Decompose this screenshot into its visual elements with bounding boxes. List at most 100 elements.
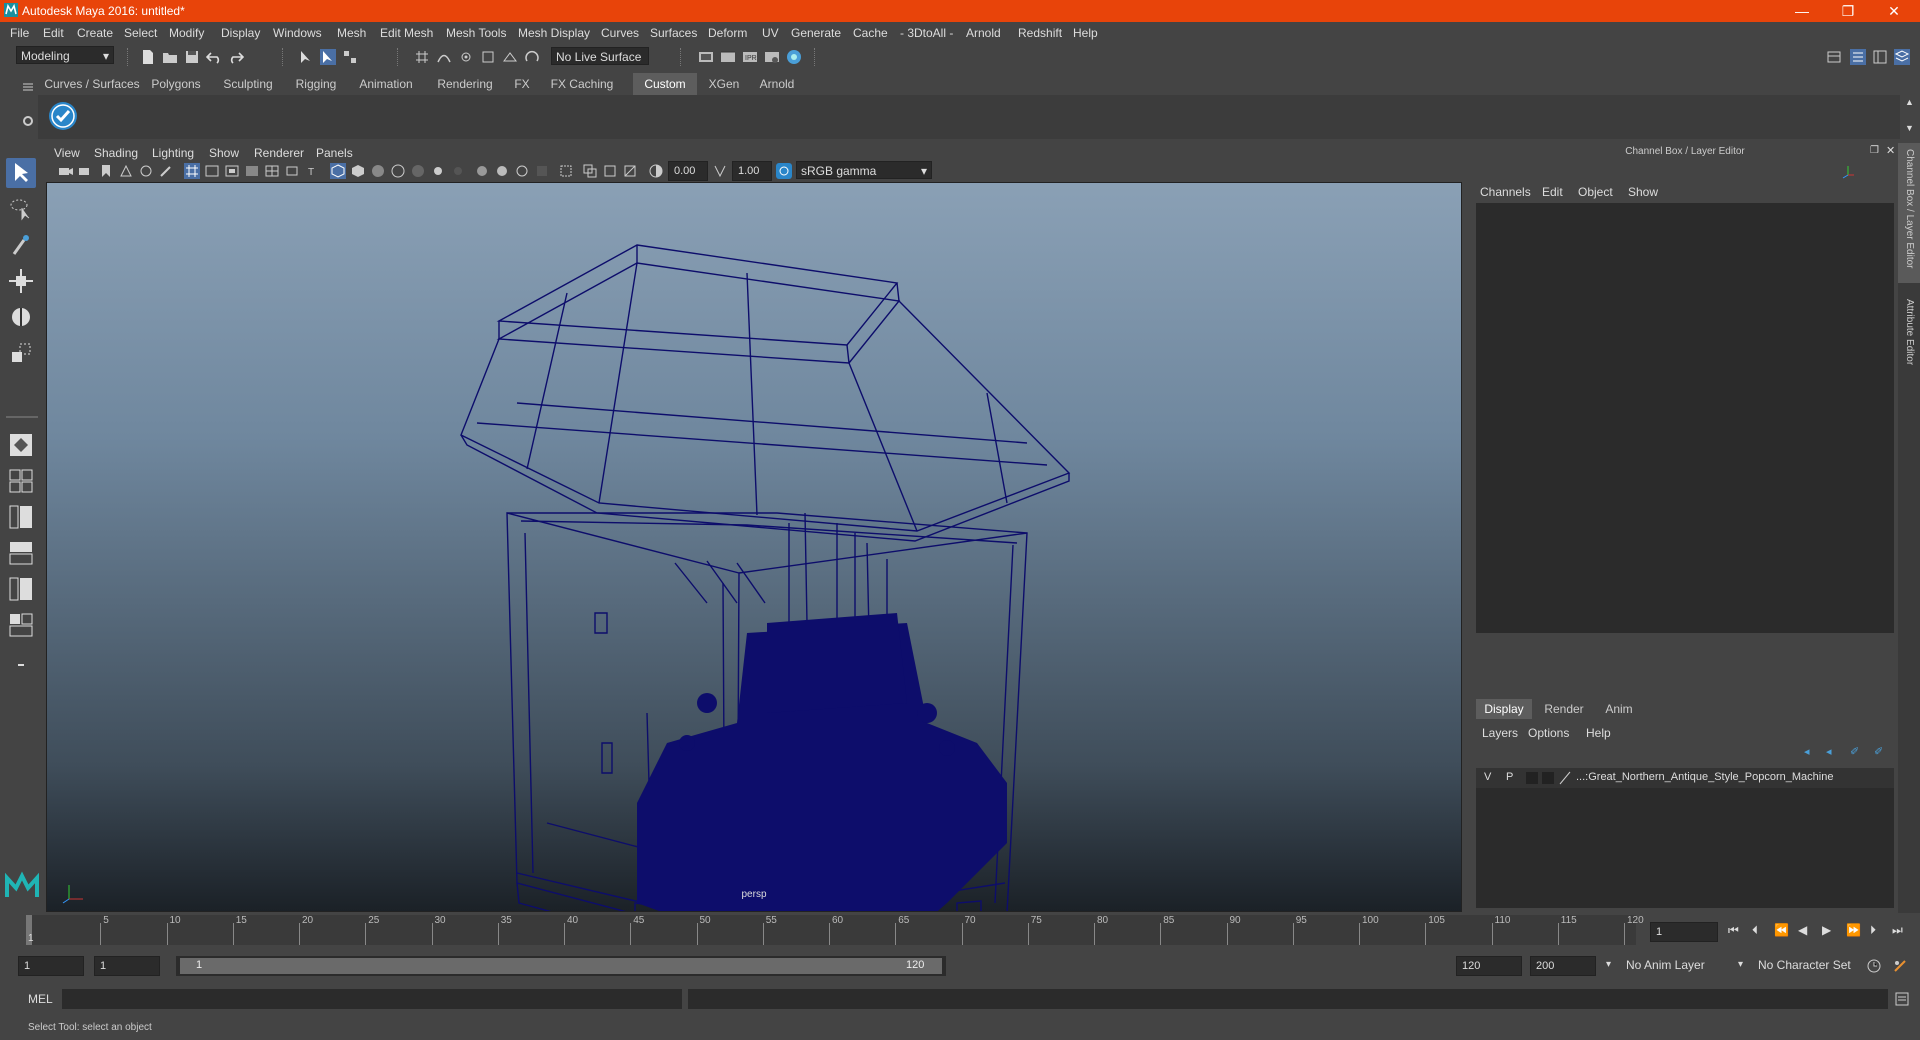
gamma-icon[interactable] [712,163,728,179]
viewport-menu-lighting[interactable]: Lighting [152,146,194,160]
persp-outliner-graph-layout-icon[interactable] [6,574,36,604]
shelf-tab-rigging[interactable]: Rigging [288,73,344,95]
menu-arnold[interactable]: Arnold [966,26,1001,40]
more-layouts-icon[interactable] [6,650,36,680]
popcorn-machine-wireframe[interactable] [47,183,1461,911]
menu-redshift[interactable]: Redshift [1018,26,1062,40]
menu-create[interactable]: Create [77,26,113,40]
command-input[interactable] [62,989,682,1009]
render-frame-icon[interactable] [720,49,736,65]
shelf-tab-arnold[interactable]: Arnold [752,73,802,95]
step-back-frame-icon[interactable]: ⏴ [1752,923,1758,938]
shelf-tab-curves-surfaces[interactable]: Curves / Surfaces [44,73,140,95]
character-set-dropdown[interactable]: No Character Set [1754,956,1866,974]
menu-mesh-tools[interactable]: Mesh Tools [446,26,506,40]
menu-deform[interactable]: Deform [708,26,747,40]
playback-start-field[interactable]: 1 [94,956,160,976]
viewport-menu-view[interactable]: View [54,146,80,160]
hypershade-layout-icon[interactable] [6,610,36,640]
close-button[interactable]: ✕ [1872,0,1916,22]
single-perspective-layout-icon[interactable] [6,430,36,460]
close-panel-icon[interactable]: ✕ [1886,144,1895,157]
wireframe-on-shaded-icon[interactable] [390,163,406,179]
film-gate-icon[interactable] [204,163,220,179]
layer-help-menu[interactable]: Help [1586,726,1611,740]
viewport-menu-panels[interactable]: Panels [316,146,353,160]
lights-icon[interactable] [430,163,446,179]
undo-icon[interactable] [206,49,222,65]
shelf-tab-custom[interactable]: Custom [633,73,697,95]
go-to-start-icon[interactable]: ⏮ [1728,923,1739,938]
wireframe-shading-icon[interactable] [330,163,346,179]
viewport-menu-show[interactable]: Show [209,146,239,160]
xray-joints-icon[interactable] [582,163,598,179]
range-slider-handle[interactable] [180,958,942,974]
channels-menu[interactable]: Channels [1480,185,1531,199]
layer-edit-icon[interactable] [1558,771,1572,785]
layer-row[interactable]: V P ...:Great_Northern_Antique_Style_Pop… [1476,768,1894,788]
xray-icon[interactable] [410,163,426,179]
layer-tab-display[interactable]: Display [1476,699,1532,719]
new-layer-icon[interactable]: ✐ [1850,745,1859,758]
layer-tab-render[interactable]: Render [1536,699,1592,719]
cb-edit-menu[interactable]: Edit [1542,185,1563,199]
play-forwards-icon[interactable]: ▶ [1822,923,1831,937]
arrow-down-icon[interactable]: ▼ [1905,123,1914,133]
bookmark-icon[interactable] [98,163,114,179]
paint-select-tool-icon[interactable] [6,230,36,260]
select-tool-icon[interactable] [6,158,36,188]
layers-menu[interactable]: Layers [1482,726,1518,740]
cb-show-menu[interactable]: Show [1628,185,1658,199]
make-live-icon[interactable] [524,49,540,65]
layer-type-toggle[interactable] [1526,772,1538,784]
layer-name[interactable]: ...:Great_Northern_Antique_Style_Popcorn… [1576,771,1833,783]
grease-pencil-icon[interactable] [158,163,174,179]
gate-mask-icon[interactable] [244,163,260,179]
menu-icon[interactable] [20,79,36,95]
layer-visibility-toggle[interactable]: V [1484,771,1491,783]
shelf-scroll[interactable]: ▲ ▼ [1900,95,1920,139]
camera-attributes-icon[interactable] [78,163,94,179]
exposure-field[interactable]: 0.00 [668,161,708,181]
side-tab-channel-box[interactable]: Channel Box / Layer Editor [1898,143,1920,283]
menu-file[interactable]: File [10,26,29,40]
render-settings-icon[interactable] [764,49,780,65]
move-layer-up-icon[interactable]: ◂ [1804,745,1810,758]
snap-curve-icon[interactable] [436,49,452,65]
current-frame-field[interactable]: 1 [1650,922,1718,942]
menu-cache[interactable]: Cache [853,26,888,40]
menu-edit-mesh[interactable]: Edit Mesh [380,26,433,40]
mode-dropdown[interactable]: Modeling ▾ [16,46,114,64]
menu-surfaces[interactable]: Surfaces [650,26,697,40]
safe-title-icon[interactable]: T [304,163,320,179]
select-object-icon[interactable] [320,49,336,65]
animation-start-field[interactable]: 1 [18,956,84,976]
script-editor-icon[interactable] [1894,991,1910,1007]
persp-graph-layout-icon[interactable] [6,538,36,568]
cb-object-menu[interactable]: Object [1578,185,1613,199]
viewport-menu-renderer[interactable]: Renderer [254,146,304,160]
move-layer-down-icon[interactable]: ◂ [1826,745,1832,758]
ipr-render-icon[interactable]: IPR [742,49,758,65]
menu-select[interactable]: Select [124,26,157,40]
default-material-icon[interactable] [370,163,386,179]
gamma-field[interactable]: 1.00 [732,161,772,181]
minimize-button[interactable]: — [1780,0,1824,22]
axis-gizmo-icon[interactable] [1840,163,1856,179]
menu-display[interactable]: Display [221,26,260,40]
color-space-dropdown[interactable]: sRGB gamma ▾ [796,161,932,179]
grid-toggle-icon[interactable] [184,163,200,179]
layer-color-swatch[interactable] [1542,772,1554,784]
menu-generate[interactable]: Generate [791,26,841,40]
shadows-icon[interactable] [450,163,466,179]
menu-edit[interactable]: Edit [43,26,64,40]
menu-help[interactable]: Help [1073,26,1098,40]
menu-3dtoall[interactable]: - 3DtoAll - [900,26,953,40]
depth-of-field-icon[interactable] [534,163,550,179]
shelf-tab-polygons[interactable]: Polygons [144,73,208,95]
lasso-tool-icon[interactable] [6,194,36,224]
float-panel-icon[interactable]: ❐ [1870,145,1879,156]
menu-mesh-display[interactable]: Mesh Display [518,26,590,40]
open-scene-icon[interactable] [162,49,178,65]
anim-layer-dropdown[interactable]: No Anim Layer [1622,956,1740,974]
